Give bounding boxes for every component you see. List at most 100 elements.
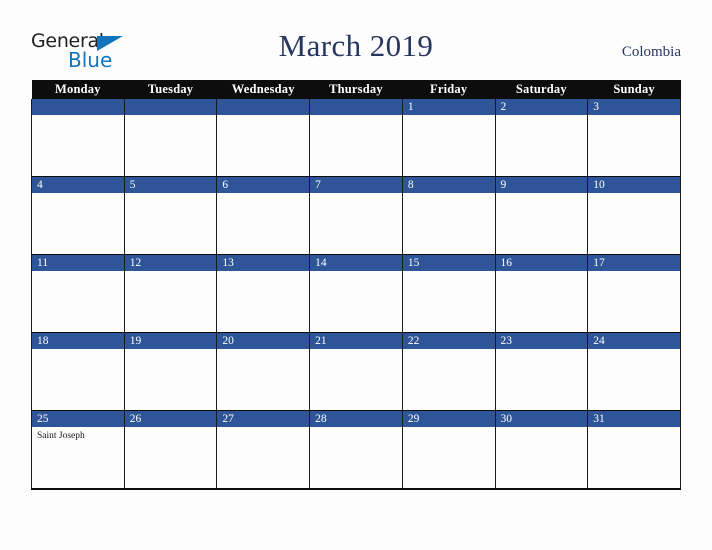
day-cell-body <box>125 349 217 352</box>
day-cell-body <box>32 115 124 118</box>
calendar-day-cell[interactable]: 11 <box>31 254 125 333</box>
day-cell-body <box>496 193 588 196</box>
day-number: 6 <box>217 177 310 193</box>
day-number <box>124 99 217 115</box>
day-number: 26 <box>124 411 217 427</box>
calendar-day-cell[interactable]: 15 <box>401 254 496 333</box>
day-number: 9 <box>495 177 588 193</box>
calendar-day-cell[interactable]: 24 <box>587 332 681 411</box>
calendar-week-row: 11 12 13 14 15 16 17 <box>31 254 681 333</box>
page-header: General Blue March 2019 Colombia <box>0 0 712 80</box>
calendar-day-cell[interactable]: 5 <box>123 176 218 255</box>
day-cell-body <box>588 271 680 274</box>
day-number: 22 <box>402 333 495 349</box>
calendar-day-cell[interactable]: 18 <box>31 332 125 411</box>
day-cell-body <box>125 193 217 196</box>
calendar-week-row: 25 Saint Joseph 26 27 28 29 30 31 <box>31 410 681 490</box>
calendar-day-cell[interactable]: 31 <box>587 410 681 490</box>
day-cell-body <box>310 193 402 196</box>
calendar-day-cell[interactable]: 8 <box>401 176 496 255</box>
calendar-week-row: 123 <box>31 99 681 177</box>
calendar-day-cell[interactable]: 14 <box>309 254 403 333</box>
day-number: 17 <box>588 255 680 271</box>
calendar-day-cell[interactable]: 1 <box>401 99 496 177</box>
day-cell-body <box>217 349 309 352</box>
calendar-day-cell[interactable]: 20 <box>216 332 311 411</box>
weekday-header-row: Monday Tuesday Wednesday Thursday Friday… <box>31 80 681 99</box>
day-number: 28 <box>310 411 402 427</box>
day-cell-body <box>310 271 402 274</box>
day-cell-body <box>588 115 680 118</box>
page-title: March 2019 <box>278 28 434 63</box>
weekday-header-tuesday: Tuesday <box>124 80 217 99</box>
day-number: 25 <box>32 411 124 427</box>
day-cell-body <box>403 349 495 352</box>
day-cell-body <box>217 427 309 430</box>
day-cell-body <box>496 271 588 274</box>
weekday-header-friday: Friday <box>402 80 496 99</box>
calendar-day-cell[interactable]: 26 <box>123 410 218 490</box>
day-number: 29 <box>402 411 495 427</box>
day-number: 21 <box>310 333 402 349</box>
calendar-day-cell[interactable] <box>123 99 218 177</box>
calendar-day-cell[interactable]: 30 <box>494 410 589 490</box>
calendar-day-cell[interactable]: 16 <box>494 254 589 333</box>
calendar-day-cell[interactable]: 6 <box>216 176 311 255</box>
day-number: 3 <box>588 99 680 115</box>
calendar-day-cell[interactable] <box>216 99 311 177</box>
calendar-day-cell[interactable]: 25 Saint Joseph <box>31 410 125 490</box>
day-number: 1 <box>402 99 495 115</box>
calendar-day-cell[interactable]: 28 <box>309 410 403 490</box>
day-number: 16 <box>495 255 588 271</box>
country-label: Colombia <box>621 44 681 60</box>
day-number: 15 <box>402 255 495 271</box>
calendar-day-cell[interactable] <box>309 99 403 177</box>
calendar-week-row: 18 19 20 21 22 23 24 <box>31 332 681 411</box>
day-cell-body <box>496 427 588 430</box>
calendar-day-cell[interactable]: 27 <box>216 410 311 490</box>
day-cell-body <box>217 193 309 196</box>
day-number <box>310 99 402 115</box>
day-cell-body <box>32 193 124 196</box>
calendar-day-cell[interactable]: 29 <box>401 410 496 490</box>
day-number: 10 <box>588 177 680 193</box>
calendar-day-cell[interactable] <box>31 99 125 177</box>
day-number: 27 <box>217 411 310 427</box>
calendar-day-cell[interactable]: 21 <box>309 332 403 411</box>
day-cell-body <box>496 115 588 118</box>
weekday-header-sunday: Sunday <box>587 80 681 99</box>
day-number: 18 <box>32 333 124 349</box>
calendar-day-cell[interactable]: 17 <box>587 254 681 333</box>
calendar-table: Monday Tuesday Wednesday Thursday Friday… <box>31 80 681 490</box>
day-cell-body: Saint Joseph <box>32 427 124 442</box>
weekday-header-wednesday: Wednesday <box>216 80 310 99</box>
calendar-day-cell[interactable]: 23 <box>494 332 589 411</box>
day-number: 5 <box>124 177 217 193</box>
day-cell-body <box>217 271 309 274</box>
day-cell-body <box>310 349 402 352</box>
calendar-day-cell[interactable]: 10 <box>587 176 681 255</box>
day-number: 4 <box>32 177 124 193</box>
day-number: 23 <box>495 333 588 349</box>
holiday-label: Saint Joseph <box>37 431 85 441</box>
weekday-header-thursday: Thursday <box>309 80 403 99</box>
weekday-header-saturday: Saturday <box>495 80 588 99</box>
calendar-day-cell[interactable]: 9 <box>494 176 589 255</box>
calendar-day-cell[interactable]: 7 <box>309 176 403 255</box>
day-cell-body <box>403 271 495 274</box>
day-cell-body <box>32 349 124 352</box>
calendar-day-cell[interactable]: 4 <box>31 176 125 255</box>
calendar-day-cell[interactable]: 12 <box>123 254 218 333</box>
day-number <box>32 99 124 115</box>
day-number <box>217 99 310 115</box>
day-cell-body <box>310 427 402 430</box>
calendar-day-cell[interactable]: 22 <box>401 332 496 411</box>
calendar-day-cell[interactable]: 13 <box>216 254 311 333</box>
day-number: 2 <box>495 99 588 115</box>
calendar-day-cell[interactable]: 2 <box>494 99 589 177</box>
day-cell-body <box>403 193 495 196</box>
calendar-day-cell[interactable]: 3 <box>587 99 681 177</box>
calendar-week-row: 4 5 6 7 8 9 10 <box>31 176 681 255</box>
calendar-day-cell[interactable]: 19 <box>123 332 218 411</box>
day-number: 7 <box>310 177 402 193</box>
